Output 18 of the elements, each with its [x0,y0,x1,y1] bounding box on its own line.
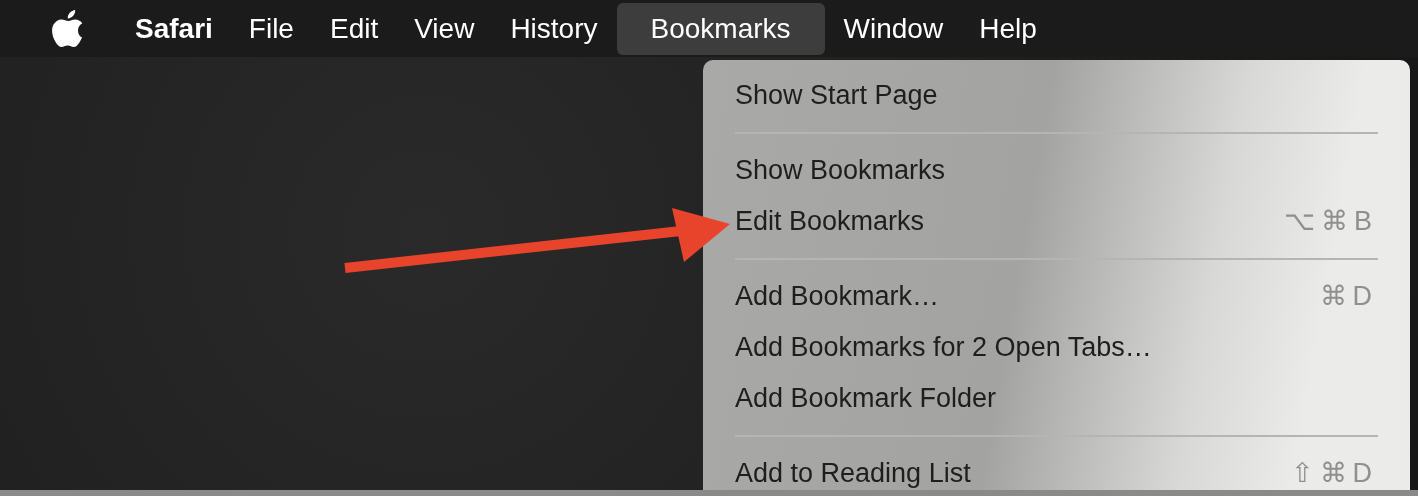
menu-title[interactable]: Bookmarks [616,2,825,55]
menu-title[interactable]: Window [826,2,961,55]
shortcut-label: ⌥⌘B [1284,205,1378,239]
menu-item[interactable]: Add Bookmarks for 2 Open Tabs… [735,322,1378,373]
menu-title[interactable]: File [231,2,311,55]
menu-title[interactable]: View [397,2,492,55]
menu-title[interactable]: Edit [312,2,396,55]
menu-title[interactable]: History [493,2,615,55]
menu-item[interactable]: Add Bookmark… ⌘D [735,271,1378,322]
menu-item[interactable]: Edit Bookmarks ⌥⌘B [735,196,1378,247]
menu-item[interactable]: Show Bookmarks [735,145,1378,196]
menu-item[interactable]: Show Start Page [735,70,1378,121]
menu-title[interactable]: Help [962,2,1054,55]
menu-title[interactable]: Safari [118,2,230,55]
menu-item[interactable]: Add Bookmark Folder [735,373,1378,424]
shortcut-label: ⌘D [1319,280,1378,314]
menu-item[interactable]: Add to Reading List ⇧⌘D [735,448,1378,490]
shortcut-label: ⇧⌘D [1290,457,1378,490]
